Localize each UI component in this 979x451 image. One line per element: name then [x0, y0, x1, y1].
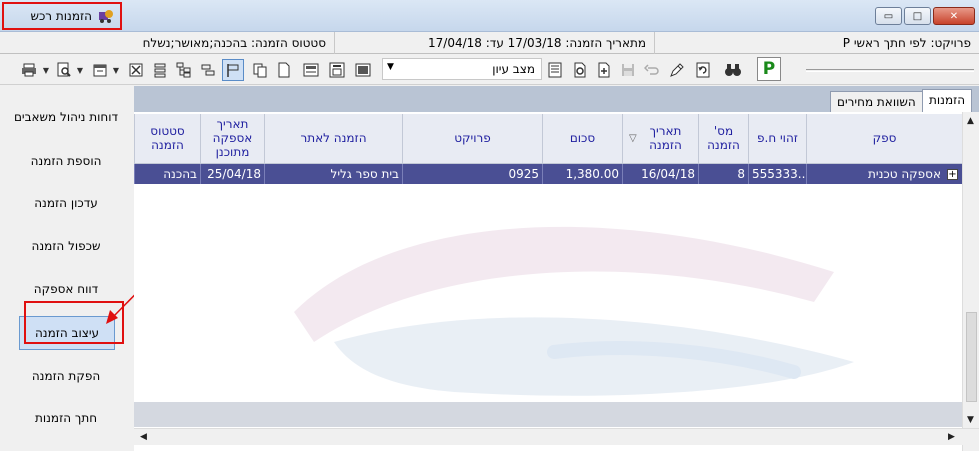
cell-order-status: בהכנה	[134, 164, 200, 184]
column-header-project[interactable]: פרויקט	[402, 114, 542, 164]
cell-order-date: 16/04/18	[622, 164, 698, 184]
tab-label: השוואת מחירים	[837, 95, 916, 109]
scroll-down-icon[interactable]: ▼	[967, 415, 974, 425]
tab-label: הזמנות	[929, 93, 966, 107]
scroll-thumb[interactable]	[966, 312, 977, 402]
column-header-order-no[interactable]: מס' הזמנה	[698, 114, 748, 164]
column-header-planned-supply[interactable]: תאריך אספקה מתוכנן	[200, 114, 264, 164]
column-header-order-date[interactable]: תאריך הזמנה ▽	[622, 114, 698, 164]
column-header-order-after[interactable]: הזמנה לאתר	[264, 114, 402, 164]
expand-row-icon[interactable]: +	[947, 169, 958, 180]
cell-order-no: 8	[698, 164, 748, 184]
horizontal-scrollbar[interactable]: ◀ ▶	[134, 428, 979, 445]
grid-summary-band	[134, 402, 962, 427]
column-header-company-id[interactable]: זהוי ח.פ	[748, 114, 806, 164]
scroll-right-icon[interactable]: ▶	[948, 432, 955, 442]
cell-project: 0925	[402, 164, 542, 184]
scroll-up-icon[interactable]: ▲	[967, 116, 974, 126]
cell-planned-supply: 25/04/18	[200, 164, 264, 184]
sort-descending-icon: ▽	[629, 133, 637, 144]
tab-price-comparison[interactable]: השוואת מחירים	[830, 91, 923, 112]
column-header-supplier[interactable]: ספק	[806, 114, 962, 164]
cell-supplier: אספקה טכנית	[806, 164, 944, 184]
tab-orders[interactable]: הזמנות	[922, 89, 973, 112]
cell-company-id: 555333...	[748, 164, 806, 184]
column-header-order-status[interactable]: סטטוס הזמנה	[134, 114, 200, 164]
scroll-left-icon[interactable]: ◀	[140, 432, 147, 442]
cell-order-after: בית ספר גליל	[264, 164, 402, 184]
vertical-scrollbar[interactable]: ▲ ▼	[962, 112, 979, 451]
orders-grid: סטטוס הזמנה תאריך אספקה מתוכנן הזמנה לאת…	[134, 112, 979, 451]
tab-strip: השוואת מחירים הזמנות	[134, 86, 979, 112]
background-logo-watermark	[294, 226, 854, 396]
column-header-amount[interactable]: סכום	[542, 114, 622, 164]
cell-amount: 1,380.00	[542, 164, 622, 184]
